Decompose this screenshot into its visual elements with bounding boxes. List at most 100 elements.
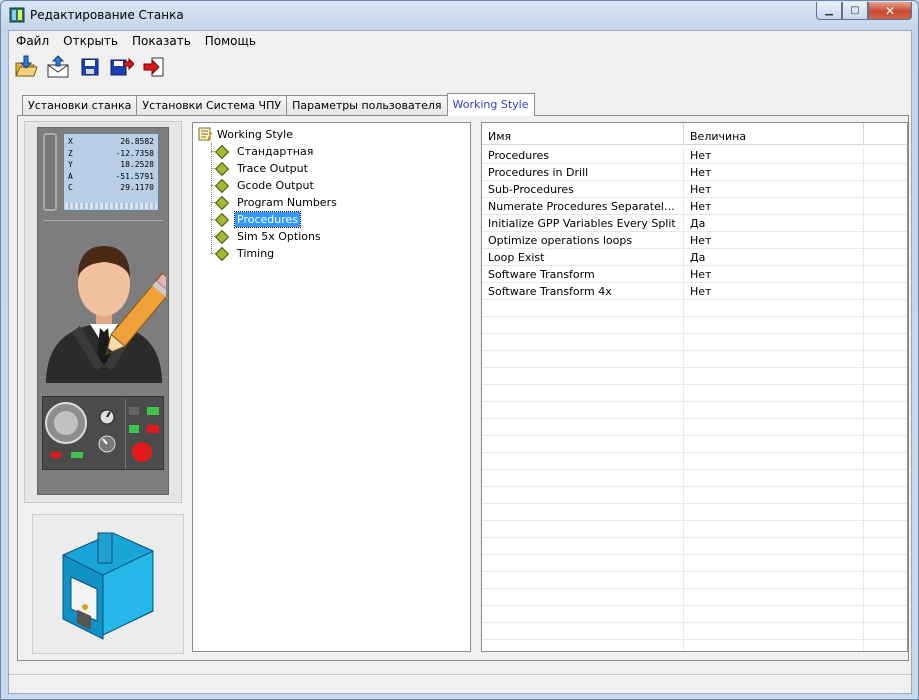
property-value-cell[interactable]	[684, 538, 864, 554]
tree-root[interactable]: Working Style	[198, 127, 293, 141]
table-row[interactable]: Software Transform Нет	[482, 266, 907, 283]
property-value-cell[interactable]	[684, 640, 864, 651]
save-button[interactable]	[75, 53, 105, 81]
property-value-cell[interactable]	[684, 351, 864, 367]
property-name-cell	[482, 589, 684, 605]
table-row[interactable]	[482, 334, 907, 351]
table-row[interactable]	[482, 453, 907, 470]
column-header-value[interactable]: Величина	[684, 123, 864, 144]
property-value-cell[interactable]	[684, 504, 864, 520]
property-value-cell[interactable]	[684, 300, 864, 316]
tree-item-procedures[interactable]: Procedures	[207, 211, 339, 228]
table-row[interactable]	[482, 300, 907, 317]
property-value-cell[interactable]	[684, 453, 864, 469]
property-value-cell[interactable]	[684, 436, 864, 452]
table-row[interactable]: Initialize GPP Variables Every Split Да	[482, 215, 907, 232]
open-button[interactable]	[11, 53, 41, 81]
property-value-cell[interactable]	[684, 317, 864, 333]
minimize-button[interactable]: ▁	[816, 2, 842, 20]
table-row[interactable]: Procedures in Drill Нет	[482, 164, 907, 181]
property-value-cell[interactable]	[684, 555, 864, 571]
menu-help[interactable]: Помощь	[198, 31, 263, 51]
tab-working-style[interactable]: Working Style	[446, 93, 535, 116]
property-value-cell[interactable]	[684, 521, 864, 537]
property-value-cell[interactable]	[684, 334, 864, 350]
table-row[interactable]	[482, 589, 907, 606]
empty-cell	[864, 266, 907, 282]
table-row[interactable]	[482, 470, 907, 487]
table-row[interactable]: Software Transform 4x Нет	[482, 283, 907, 300]
app-window: Редактирование Станка ▁ ▢ ✕ Файл Открыть…	[0, 0, 919, 700]
table-row[interactable]: Optimize operations loops Нет	[482, 232, 907, 249]
property-value-cell[interactable]	[684, 368, 864, 384]
save-as-button[interactable]	[107, 53, 137, 81]
tab-machine-settings[interactable]: Установки станка	[22, 95, 138, 116]
table-row[interactable]	[482, 504, 907, 521]
property-value-cell[interactable]: Нет	[684, 164, 864, 180]
table-row[interactable]	[482, 402, 907, 419]
table-row[interactable]	[482, 419, 907, 436]
dro-value: -12.7358	[115, 148, 154, 158]
property-value-cell[interactable]: Нет	[684, 232, 864, 248]
tab-cnc-settings[interactable]: Установки Система ЧПУ	[136, 95, 288, 116]
property-value-cell[interactable]	[684, 402, 864, 418]
table-row[interactable]	[482, 351, 907, 368]
table-row[interactable]: Sub-Procedures Нет	[482, 181, 907, 198]
property-name-cell: Procedures	[482, 147, 684, 163]
property-value-cell[interactable]	[684, 606, 864, 622]
property-value-cell[interactable]: Нет	[684, 266, 864, 282]
tab-user-parameters[interactable]: Параметры пользователя	[286, 95, 448, 116]
tree-item-program-numbers[interactable]: Program Numbers	[207, 194, 339, 211]
empty-cell	[864, 504, 907, 520]
property-value-cell[interactable]: Да	[684, 215, 864, 231]
close-button[interactable]: ✕	[868, 2, 912, 20]
table-row[interactable]: Loop Exist Да	[482, 249, 907, 266]
property-value-cell[interactable]: Нет	[684, 147, 864, 163]
mail-button[interactable]	[43, 53, 73, 81]
tree-item-standard[interactable]: Стандартная	[207, 143, 339, 160]
user-avatar-icon	[46, 246, 166, 383]
table-row[interactable]: Numerate Procedures Separately for... Нет	[482, 198, 907, 215]
table-row[interactable]: Procedures Нет	[482, 147, 907, 164]
table-row[interactable]	[482, 385, 907, 402]
property-value-cell[interactable]	[684, 589, 864, 605]
property-value-cell[interactable]	[684, 623, 864, 639]
title-bar[interactable]: Редактирование Станка ▁ ▢ ✕	[1, 1, 918, 29]
table-row[interactable]	[482, 487, 907, 504]
table-row[interactable]	[482, 317, 907, 334]
table-row[interactable]	[482, 572, 907, 589]
property-value-cell[interactable]	[684, 487, 864, 503]
maximize-button[interactable]: ▢	[842, 2, 868, 20]
table-row[interactable]	[482, 640, 907, 651]
tree-item-timing[interactable]: Timing	[207, 245, 339, 262]
tree-item-sim-5x-options[interactable]: Sim 5x Options	[207, 228, 339, 245]
tree-item-trace-output[interactable]: Trace Output	[207, 160, 339, 177]
empty-cell	[864, 198, 907, 214]
property-value-cell[interactable]	[684, 419, 864, 435]
property-value-cell[interactable]: Нет	[684, 198, 864, 214]
tree-item-gcode-output[interactable]: Gcode Output	[207, 177, 339, 194]
empty-cell	[864, 334, 907, 350]
table-row[interactable]	[482, 606, 907, 623]
table-row[interactable]	[482, 368, 907, 385]
property-value-cell[interactable]: Да	[684, 249, 864, 265]
table-row[interactable]	[482, 623, 907, 640]
column-header-name[interactable]: Имя	[482, 123, 684, 144]
menu-show[interactable]: Показать	[125, 31, 198, 51]
menu-open[interactable]: Открыть	[56, 31, 125, 51]
exit-button[interactable]	[139, 53, 169, 81]
property-value-cell[interactable]	[684, 572, 864, 588]
property-value-cell[interactable]: Нет	[684, 283, 864, 299]
table-row[interactable]	[482, 538, 907, 555]
menu-file[interactable]: Файл	[9, 31, 56, 51]
tree-item-label: Procedures	[234, 211, 301, 228]
property-value-cell[interactable]	[684, 385, 864, 401]
property-value-cell[interactable]	[684, 470, 864, 486]
table-row[interactable]	[482, 521, 907, 538]
table-row[interactable]	[482, 555, 907, 572]
mail-icon	[47, 55, 69, 78]
empty-cell	[864, 572, 907, 588]
table-row[interactable]	[482, 436, 907, 453]
property-value-cell[interactable]: Нет	[684, 181, 864, 197]
app-icon	[9, 7, 25, 23]
